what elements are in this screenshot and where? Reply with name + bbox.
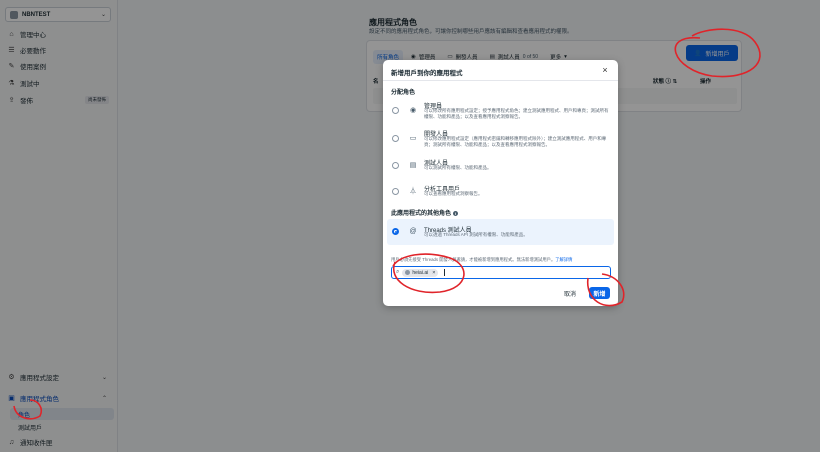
cancel-button[interactable]: 取消 xyxy=(561,287,579,299)
role-option-developer[interactable]: ▭ 開發人員 可以修改應用程式設定（應用程式密鑰和轉移應用程式除外）；建立測試應… xyxy=(387,126,614,152)
invite-hint: 用戶必須先接受 Threads 開發人員邀請，才能被新增到應用程式。無法新增測試… xyxy=(391,257,573,262)
radio-threads-tester[interactable] xyxy=(392,228,399,235)
info-icon: i xyxy=(453,210,459,216)
search-icon: ⌕ xyxy=(396,269,400,275)
text-caret xyxy=(444,269,446,276)
radio-admin[interactable] xyxy=(392,107,399,114)
radio-analytics[interactable] xyxy=(392,188,399,195)
selected-user-chip[interactable]: heiai.ai × xyxy=(402,268,439,277)
threads-icon: @ xyxy=(409,227,417,235)
remove-chip-icon[interactable]: × xyxy=(432,270,435,276)
add-button[interactable]: 新增 xyxy=(589,287,610,299)
other-roles-heading: 此應用程式的其他角色 i xyxy=(391,210,459,217)
learn-more-link[interactable]: 了解詳情 xyxy=(555,257,572,262)
role-option-analytics[interactable]: ⏃ 分析工具用戶 可以查看應用程式洞察報告。 xyxy=(387,182,614,202)
radio-tester[interactable] xyxy=(392,162,399,169)
radio-developer[interactable] xyxy=(392,135,399,142)
add-user-dialog: 新增用戶到你的應用程式 × 分配角色 ◉ 管理員 可以修改所有應用程式設定；授予… xyxy=(383,60,618,306)
role-option-admin[interactable]: ◉ 管理員 可以修改所有應用程式設定；授予應用程式角色；建立測試應用程式、用戶和… xyxy=(387,98,614,124)
clipboard-icon: ▤ xyxy=(409,162,417,169)
divider xyxy=(383,80,618,81)
dialog-title: 新增用戶到你的應用程式 xyxy=(391,70,463,77)
close-icon[interactable]: × xyxy=(600,65,610,75)
target-icon: ◉ xyxy=(409,107,417,114)
role-option-tester[interactable]: ▤ 測試人員 可以測試所有權限、功能和產品。 xyxy=(387,156,614,176)
filter-icon: ⏃ xyxy=(409,188,417,195)
avatar xyxy=(405,270,411,275)
laptop-icon: ▭ xyxy=(409,135,417,142)
role-option-threads-tester[interactable]: @ Threads 測試人員 可以透過 Threads API 測試所有權限、功… xyxy=(387,219,614,245)
assign-role-heading: 分配角色 xyxy=(391,90,416,96)
user-search-input[interactable]: ⌕ heiai.ai × xyxy=(391,266,611,279)
